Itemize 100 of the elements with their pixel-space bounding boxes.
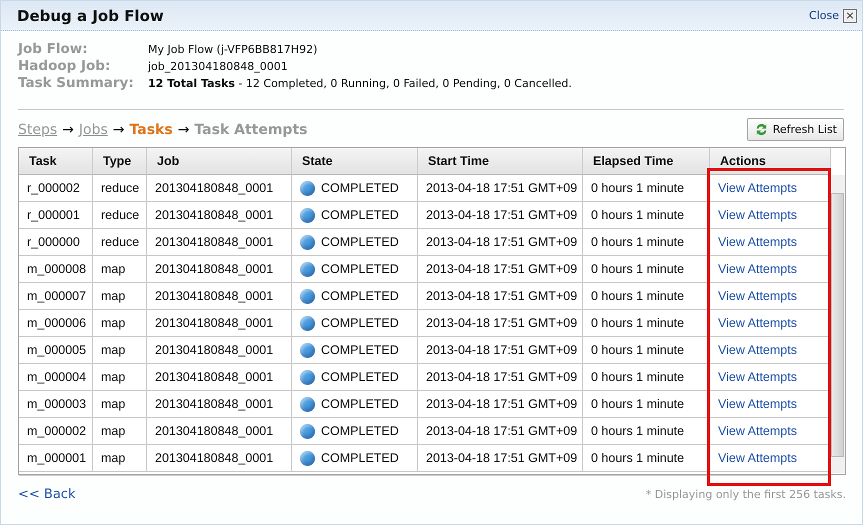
state-text: COMPLETED xyxy=(321,370,399,384)
table-cell: 0 hours 1 minute xyxy=(583,364,710,391)
table-cell: 201304180848_0001 xyxy=(147,175,292,202)
table-cell: 2013-04-18 17:51 GMT+09 xyxy=(418,229,583,256)
table-cell: reduce xyxy=(93,202,147,229)
close-button[interactable]: × xyxy=(843,8,857,22)
table-cell: 0 hours 1 minute xyxy=(583,337,710,364)
view-attempts-link[interactable]: View Attempts xyxy=(718,424,797,438)
table-cell: m_000007 xyxy=(19,283,93,310)
column-header: Elapsed Time xyxy=(583,148,710,175)
table-cell: 2013-04-18 17:51 GMT+09 xyxy=(418,418,583,445)
view-attempts-link[interactable]: View Attempts xyxy=(718,316,797,330)
refresh-button[interactable]: Refresh List xyxy=(746,118,844,141)
table-cell: 2013-04-18 17:51 GMT+09 xyxy=(418,445,583,472)
table-cell: map xyxy=(93,391,147,418)
field-label: Task Summary: xyxy=(18,75,135,92)
table-cell: 0 hours 1 minute xyxy=(583,256,710,283)
table-cell: m_000005 xyxy=(19,337,93,364)
view-attempts-link[interactable]: View Attempts xyxy=(718,262,797,276)
table-cell: 201304180848_0001 xyxy=(147,445,292,472)
field-label: Hadoop Job: xyxy=(18,58,112,75)
field-label: Job Flow: xyxy=(18,41,89,58)
table-cell: 2013-04-18 17:51 GMT+09 xyxy=(418,175,583,202)
table-cell: m_000002 xyxy=(19,418,93,445)
view-attempts-link[interactable]: View Attempts xyxy=(718,235,797,249)
table-cell: 2013-04-18 17:51 GMT+09 xyxy=(418,337,583,364)
view-attempts-link[interactable]: View Attempts xyxy=(718,181,797,195)
column-header: Start Time xyxy=(418,148,583,175)
state-text: COMPLETED xyxy=(321,397,399,411)
table-cell: 201304180848_0001 xyxy=(147,283,292,310)
column-header: Job xyxy=(147,148,292,175)
view-attempts-link[interactable]: View Attempts xyxy=(718,289,797,303)
table-cell: map xyxy=(93,445,147,472)
breadcrumb-current: Tasks xyxy=(130,122,173,138)
view-attempts-link[interactable]: View Attempts xyxy=(718,397,797,411)
field-value: 12 Total Tasks - 12 Completed, 0 Running, 0 Failed, 0 Pending, 0 Cancelled. xyxy=(148,77,573,90)
view-attempts-link[interactable]: View Attempts xyxy=(718,370,797,384)
table-cell: map xyxy=(93,256,147,283)
column-header: State xyxy=(292,148,418,175)
close-link[interactable]: Close xyxy=(809,9,839,22)
table-cell: map xyxy=(93,283,147,310)
table-cell: m_000004 xyxy=(19,364,93,391)
table-cell: 0 hours 1 minute xyxy=(583,229,710,256)
table-cell: 2013-04-18 17:51 GMT+09 xyxy=(418,202,583,229)
table-cell: map xyxy=(93,310,147,337)
table-cell: 201304180848_0001 xyxy=(147,229,292,256)
breadcrumb-arrow: → xyxy=(178,122,190,138)
table-cell: 0 hours 1 minute xyxy=(583,310,710,337)
table-cell: 0 hours 1 minute xyxy=(583,445,710,472)
state-text: COMPLETED xyxy=(321,235,399,249)
field-value: My Job Flow (j-VFP6BB817H92) xyxy=(148,43,318,56)
table-cell: reduce xyxy=(93,229,147,256)
table-cell: m_000001 xyxy=(19,445,93,472)
table-cell: 201304180848_0001 xyxy=(147,310,292,337)
table-cell: 201304180848_0001 xyxy=(147,202,292,229)
state-text: COMPLETED xyxy=(321,289,399,303)
breadcrumb-arrow: → xyxy=(112,122,125,138)
state-text: COMPLETED xyxy=(321,343,399,357)
breadcrumb-item: Task Attempts xyxy=(194,122,308,138)
table-cell: m_000008 xyxy=(19,256,93,283)
state-text: COMPLETED xyxy=(321,262,399,276)
state-text: COMPLETED xyxy=(321,181,399,195)
table-cell: 0 hours 1 minute xyxy=(583,283,710,310)
table-cell: 2013-04-18 17:51 GMT+09 xyxy=(418,310,583,337)
table-cell: 0 hours 1 minute xyxy=(583,391,710,418)
column-header: Type xyxy=(93,148,147,175)
table-cell: m_000003 xyxy=(19,391,93,418)
table-cell: 201304180848_0001 xyxy=(147,256,292,283)
state-text: COMPLETED xyxy=(321,424,399,438)
table-cell: r_000001 xyxy=(19,202,93,229)
state-text: COMPLETED xyxy=(321,451,399,465)
breadcrumb-arrow: → xyxy=(62,122,74,138)
window-title: Debug a Job Flow xyxy=(17,6,164,24)
table-cell: r_000002 xyxy=(19,175,93,202)
table-cell: 0 hours 1 minute xyxy=(583,175,710,202)
table-cell: 2013-04-18 17:51 GMT+09 xyxy=(418,283,583,310)
column-header: Task xyxy=(19,148,93,175)
footnote: * Displaying only the first 256 tasks. xyxy=(646,488,846,501)
table-cell: 201304180848_0001 xyxy=(147,418,292,445)
table-cell: 2013-04-18 17:51 GMT+09 xyxy=(418,391,583,418)
back-link[interactable]: << Back xyxy=(18,487,76,502)
state-text: COMPLETED xyxy=(321,316,399,330)
table-cell: 0 hours 1 minute xyxy=(583,202,710,229)
table-cell: map xyxy=(93,418,147,445)
state-text: COMPLETED xyxy=(321,208,399,222)
table-cell: 2013-04-18 17:51 GMT+09 xyxy=(418,256,583,283)
field-value: job_201304180848_0001 xyxy=(148,60,289,73)
table-cell: 201304180848_0001 xyxy=(147,391,292,418)
table-cell: r_000000 xyxy=(19,229,93,256)
table-cell: map xyxy=(93,337,147,364)
view-attempts-link[interactable]: View Attempts xyxy=(718,208,797,222)
table-cell: m_000006 xyxy=(19,310,93,337)
table-cell: map xyxy=(93,364,147,391)
table-cell: 201304180848_0001 xyxy=(147,364,292,391)
view-attempts-link[interactable]: View Attempts xyxy=(718,451,797,465)
table-cell: reduce xyxy=(93,175,147,202)
table-cell: 0 hours 1 minute xyxy=(583,418,710,445)
table-cell: 2013-04-18 17:51 GMT+09 xyxy=(418,364,583,391)
table-cell: 201304180848_0001 xyxy=(147,337,292,364)
view-attempts-link[interactable]: View Attempts xyxy=(718,343,797,357)
